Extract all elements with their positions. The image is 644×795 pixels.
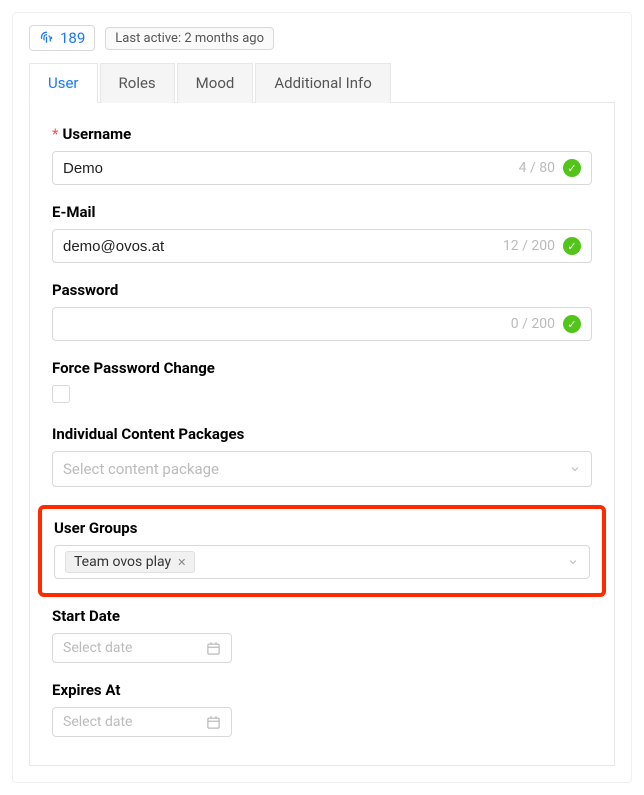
field-content-packages: Individual Content Packages Select conte… (52, 425, 592, 487)
label-content-packages: Individual Content Packages (52, 425, 592, 443)
field-password: Password 0 / 200 ✓ (52, 281, 592, 341)
last-active-badge: Last active: 2 months ago (105, 27, 274, 50)
expires-at-placeholder: Select date (63, 714, 132, 730)
start-date-picker[interactable]: Select date (52, 633, 232, 663)
card-header: 189 Last active: 2 months ago (29, 25, 615, 51)
content-packages-placeholder: Select content package (63, 460, 569, 478)
start-date-placeholder: Select date (63, 640, 132, 656)
password-counter: 0 / 200 (511, 316, 555, 332)
field-email: E-Mail 12 / 200 ✓ (52, 203, 592, 263)
username-input[interactable] (63, 160, 519, 177)
field-expires-at: Expires At Select date (52, 681, 592, 737)
tab-roles[interactable]: Roles (100, 63, 175, 103)
chevron-down-icon (569, 463, 581, 475)
label-password: Password (52, 281, 592, 299)
calendar-icon (206, 641, 221, 656)
id-badge[interactable]: 189 (29, 25, 95, 51)
id-value: 189 (60, 29, 85, 47)
tab-additional[interactable]: Additional Info (255, 63, 390, 103)
field-username: *Username 4 / 80 ✓ (52, 125, 592, 185)
label-user-groups: User Groups (54, 519, 590, 537)
label-username: *Username (52, 125, 592, 143)
label-email: E-Mail (52, 203, 592, 221)
username-counter: 4 / 80 (519, 160, 555, 176)
calendar-icon (206, 715, 221, 730)
email-counter: 12 / 200 (503, 238, 555, 254)
input-wrap-username: 4 / 80 ✓ (52, 151, 592, 185)
chevron-down-icon (567, 556, 579, 568)
label-expires-at: Expires At (52, 681, 592, 699)
close-icon[interactable]: ✕ (177, 556, 186, 569)
user-groups-tags: Team ovos play ✕ (65, 551, 567, 573)
fingerprint-icon (39, 31, 54, 46)
field-start-date: Start Date Select date (52, 607, 592, 663)
tab-panel-user: *Username 4 / 80 ✓ E-Mail 12 / 200 ✓ Pas… (29, 102, 615, 766)
user-groups-select[interactable]: Team ovos play ✕ (54, 545, 590, 579)
tab-user[interactable]: User (29, 63, 98, 103)
expires-at-picker[interactable]: Select date (52, 707, 232, 737)
user-group-tag-label: Team ovos play (74, 554, 171, 570)
email-input[interactable] (63, 238, 503, 255)
user-group-tag: Team ovos play ✕ (65, 551, 195, 573)
label-force-password: Force Password Change (52, 359, 592, 377)
required-star: * (52, 125, 58, 143)
content-packages-select[interactable]: Select content package (52, 451, 592, 487)
check-icon: ✓ (563, 159, 581, 177)
password-input[interactable] (63, 316, 511, 333)
label-start-date: Start Date (52, 607, 592, 625)
force-password-checkbox[interactable] (52, 385, 70, 403)
input-wrap-password: 0 / 200 ✓ (52, 307, 592, 341)
check-icon: ✓ (563, 237, 581, 255)
tab-mood[interactable]: Mood (177, 63, 254, 103)
field-force-password: Force Password Change (52, 359, 592, 407)
input-wrap-email: 12 / 200 ✓ (52, 229, 592, 263)
user-groups-highlight: User Groups Team ovos play ✕ (38, 505, 606, 597)
tabs: User Roles Mood Additional Info (29, 63, 615, 103)
user-card: 189 Last active: 2 months ago User Roles… (12, 12, 632, 783)
check-icon: ✓ (563, 315, 581, 333)
